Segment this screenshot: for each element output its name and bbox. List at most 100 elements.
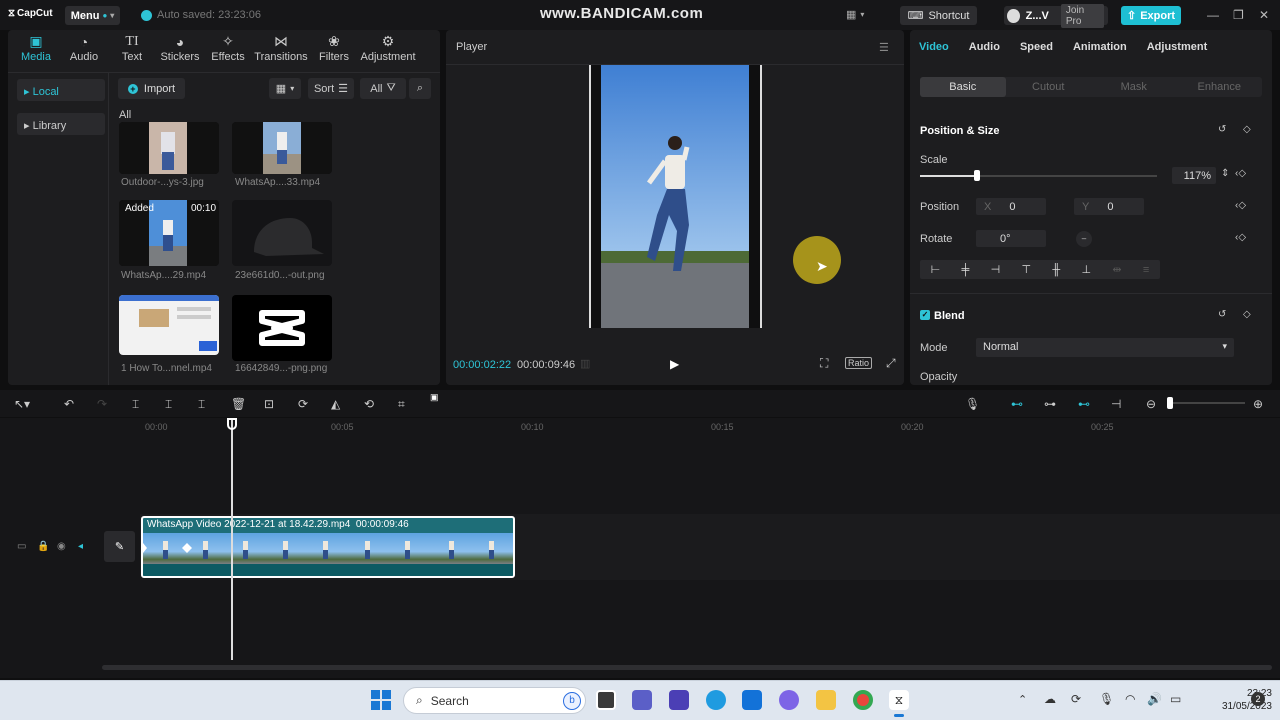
restore-icon[interactable]: ❐ <box>1233 8 1244 22</box>
scale-input[interactable]: 117% <box>1172 167 1216 184</box>
tab-audio[interactable]: Audio <box>969 30 1000 64</box>
zoom-slider[interactable] <box>1173 402 1245 404</box>
select-tool-icon[interactable]: ↖▾ <box>14 397 30 411</box>
tab-transitions[interactable]: ⋈ Transitions <box>252 30 310 68</box>
file-explorer-icon[interactable] <box>816 690 836 710</box>
weather-icon[interactable]: ☁ <box>1044 692 1056 706</box>
rotate-dial[interactable]: – <box>1076 231 1092 247</box>
tab-media[interactable]: ▣ Media <box>12 30 60 68</box>
align-center-v-icon[interactable]: ╫ <box>1052 264 1060 276</box>
playhead[interactable] <box>231 418 233 660</box>
zoom-in-icon[interactable]: ⊕ <box>1253 397 1263 411</box>
ratio-button[interactable]: Ratio <box>845 357 873 369</box>
align-bottom-icon[interactable]: ⊥ <box>1082 263 1092 276</box>
import-button[interactable]: + Import <box>118 78 185 99</box>
pro-feature-icon[interactable]: ▣ <box>430 392 439 403</box>
main-track-magnet-icon[interactable]: ⊷ <box>1011 397 1023 411</box>
microphone-icon[interactable]: 🎙 <box>1099 692 1114 706</box>
media-item[interactable] <box>232 200 332 266</box>
sort-button[interactable]: Sort ☰ <box>308 78 354 99</box>
align-left-icon[interactable]: ⊢ <box>931 263 941 276</box>
rotate-icon[interactable]: ⟲ <box>364 397 374 411</box>
battery-icon[interactable]: ▭ <box>1170 692 1181 706</box>
teams-icon[interactable] <box>632 690 652 710</box>
tab-filters[interactable]: ❀ Filters <box>310 30 358 68</box>
undo-icon[interactable]: ↶ <box>64 397 74 411</box>
blend-mode-select[interactable]: Normal ▾ <box>976 338 1234 357</box>
subtab-enhance[interactable]: Enhance <box>1177 77 1263 97</box>
copilot-icon[interactable] <box>779 690 799 710</box>
media-item[interactable] <box>119 295 219 355</box>
chevron-up-icon[interactable]: ⌃ <box>1018 693 1027 706</box>
microphone-icon[interactable]: 🎙 <box>965 397 980 411</box>
windows-start-icon[interactable] <box>371 690 391 710</box>
fullscreen-icon[interactable]: ⤢ <box>886 356 896 371</box>
video-preview[interactable] <box>589 65 762 328</box>
split-icon[interactable]: ⌶ <box>132 397 139 412</box>
visual-studio-icon[interactable] <box>669 690 689 710</box>
view-mode-button[interactable]: ▦ ▾ <box>269 78 301 99</box>
hamburger-icon[interactable]: ☰ <box>879 41 889 54</box>
tab-speed[interactable]: Speed <box>1020 30 1053 64</box>
tab-video[interactable]: Video <box>919 30 949 64</box>
export-button[interactable]: ⇧ Export <box>1121 6 1181 25</box>
position-x-input[interactable]: X0 <box>976 198 1046 215</box>
timeline-scrollbar[interactable] <box>102 665 1272 670</box>
filter-all-button[interactable]: All ⛛ <box>360 78 406 99</box>
close-icon[interactable]: ✕ <box>1259 8 1269 22</box>
linkage-icon[interactable]: ⊷ <box>1078 397 1090 411</box>
tab-adjustment[interactable]: Adjustment <box>1147 30 1208 64</box>
account-button[interactable]: Z...V Join Pro <box>1004 3 1108 28</box>
rotate-input[interactable]: 0° <box>976 230 1046 247</box>
playhead-handle[interactable] <box>227 418 237 430</box>
preview-axis-icon[interactable]: ⊣ <box>1111 397 1121 411</box>
media-item[interactable] <box>232 295 332 361</box>
keyframe-nav-icon[interactable]: ‹◇ <box>1235 168 1246 179</box>
mirror-icon[interactable]: ◭ <box>331 397 340 411</box>
mail-icon[interactable] <box>742 690 762 710</box>
sidebar-item-library[interactable]: ▸ Library <box>17 113 105 135</box>
media-item[interactable] <box>119 122 219 174</box>
fit-screen-icon[interactable]: ⛶ <box>820 356 828 371</box>
freeze-icon[interactable]: ⊡ <box>264 397 274 411</box>
minimize-icon[interactable]: — <box>1207 8 1219 22</box>
volume-icon[interactable]: 🔊 <box>1147 692 1162 706</box>
timecode-format-icon[interactable]: ▥ <box>580 357 590 370</box>
tab-adjustment[interactable]: ⚙ Adjustment <box>358 30 418 68</box>
distribute-h-icon[interactable]: ⇹ <box>1112 263 1121 276</box>
media-item[interactable]: Added 00:10 <box>119 200 219 266</box>
reset-icon[interactable]: ↺ <box>1218 124 1226 135</box>
chrome-icon[interactable] <box>853 690 873 710</box>
sync-icon[interactable]: ⟳ <box>1071 692 1081 706</box>
blend-checkbox[interactable]: ✓ <box>920 310 930 320</box>
cover-icon[interactable]: ▭ <box>17 541 26 552</box>
scale-slider-handle[interactable] <box>974 170 980 181</box>
join-pro-button[interactable]: Join Pro <box>1060 3 1104 28</box>
reverse-icon[interactable]: ⟳ <box>298 397 308 411</box>
blend-title[interactable]: Blend <box>934 310 965 322</box>
taskbar-search[interactable]: ⌕ Search b <box>403 687 586 714</box>
align-right-icon[interactable]: ⊣ <box>991 263 1001 276</box>
lock-icon[interactable]: 🔒 <box>37 541 49 552</box>
menu-button[interactable]: Menu ● ▾ <box>65 6 120 25</box>
delete-icon[interactable]: 🗑 <box>231 397 246 411</box>
align-center-h-icon[interactable]: ╪ <box>962 264 970 276</box>
redo-icon[interactable]: ↷ <box>97 397 107 411</box>
notification-badge[interactable]: 2 <box>1251 692 1265 706</box>
tab-animation[interactable]: Animation <box>1073 30 1127 64</box>
video-clip[interactable]: WhatsApp Video 2022-12-21 at 18.42.29.mp… <box>141 516 515 578</box>
wifi-icon[interactable]: ◠ <box>1125 692 1135 706</box>
subtab-mask[interactable]: Mask <box>1091 77 1177 97</box>
audio-toggle-icon[interactable]: ◂ <box>78 541 83 552</box>
media-item[interactable] <box>232 122 332 174</box>
tab-stickers[interactable]: ◕ Stickers <box>156 30 204 68</box>
tab-audio[interactable]: ◔ Audio <box>60 30 108 68</box>
distribute-v-icon[interactable]: ≡ <box>1143 264 1149 276</box>
layout-button[interactable]: ▦ ▾ <box>846 8 864 21</box>
keyframe-nav-icon[interactable]: ‹◇ <box>1235 232 1246 243</box>
play-icon[interactable]: ▶ <box>670 357 679 371</box>
crop-icon[interactable]: ⌗ <box>398 397 405 412</box>
position-size-title[interactable]: Position & Size <box>920 125 999 137</box>
task-view-icon[interactable] <box>596 690 616 710</box>
auto-snap-icon[interactable]: ⊶ <box>1044 397 1056 411</box>
